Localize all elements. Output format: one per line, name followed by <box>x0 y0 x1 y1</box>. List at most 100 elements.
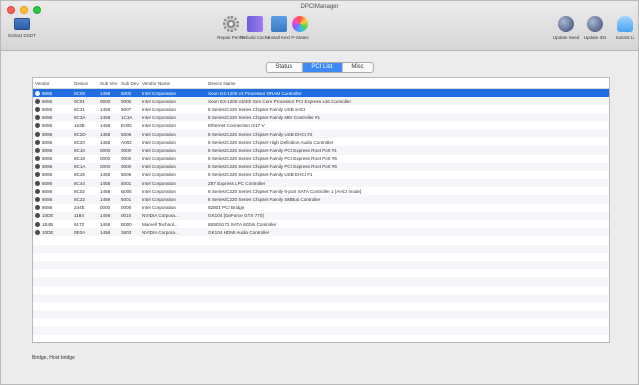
cell-vendor: 8086 <box>33 180 71 186</box>
tab-misc[interactable]: Misc <box>342 63 372 72</box>
pci-device-table[interactable]: Vendor Device Sub Ven Sub Dev Vendor Nam… <box>32 77 610 343</box>
empty-row <box>33 293 609 302</box>
cell-sub-dev: 0000 <box>121 205 132 211</box>
cell-vendor-name: Intel Corporation <box>142 106 176 112</box>
cell-vendor-text: 8086 <box>42 123 53 129</box>
table-row[interactable]: 10DE 0E0A 1458 3603 NVIDIA Corpora... GK104 H… <box>33 228 609 237</box>
column-header-vendor[interactable]: Vendor <box>33 81 71 86</box>
table-row[interactable]: 10DE 1184 1458 0010 NVIDIA Corpora... GK104 [… <box>33 211 609 220</box>
empty-row <box>33 326 609 335</box>
cell-device: 0C01 <box>74 98 85 104</box>
cell-device: 8C02 <box>74 188 85 194</box>
table-row[interactable]: 8086 244E 0000 0000 Intel Corporation 82801 P… <box>33 204 609 212</box>
cell-sub-dev: 3603 <box>121 229 132 235</box>
cell-vendor: 8086 <box>33 90 71 96</box>
cell-vendor: 8086 <box>33 147 71 153</box>
status-text: Bridge, Host bridge <box>32 355 75 361</box>
update-ids-label: Update IDs <box>583 35 607 40</box>
column-header-vendor-name[interactable]: Vendor Name <box>139 81 205 86</box>
cell-vendor: 8086 <box>33 131 71 137</box>
tab-pci-list[interactable]: PCI List <box>302 63 343 72</box>
cell-sub-ven: 1458 <box>100 106 111 112</box>
cell-vendor-name: Intel Corporation <box>142 188 176 194</box>
cell-device-name: 8 Series/C220 Series Chipset Family USB … <box>208 106 306 112</box>
cell-vendor-text: 8086 <box>42 188 53 194</box>
cell-device-name: GK104 HDMI Audio Controller <box>208 229 270 235</box>
cell-vendor: 8086 <box>33 172 71 178</box>
cell-device: 8C20 <box>74 139 85 145</box>
table-row[interactable]: 8086 153B 1458 E000 Intel Corporation Etherne… <box>33 122 609 130</box>
update-ids-button[interactable]: Update IDs <box>578 16 612 40</box>
table-row[interactable]: 8086 8C44 1458 5001 Intel Corporation Z87 Exp… <box>33 179 609 188</box>
cell-sub-ven: 1458 <box>100 221 111 227</box>
cell-device: 244E <box>74 205 85 211</box>
cell-vendor: 1B4B <box>33 221 71 227</box>
submit-list-button[interactable]: Submit Li <box>610 16 638 40</box>
cell-vendor-text: 1B4B <box>42 221 54 227</box>
cell-vendor-name: Intel Corporation <box>142 98 176 104</box>
cell-vendor: 8086 <box>33 164 71 170</box>
pci-device-icon <box>35 180 40 186</box>
empty-row <box>33 269 609 277</box>
cell-device: 8C31 <box>74 106 85 112</box>
cell-vendor-text: 8086 <box>42 197 53 203</box>
table-row[interactable]: 8086 8C20 1458 A002 Intel Corporation 8 Serie… <box>33 138 609 146</box>
cell-vendor-text: 8086 <box>42 115 53 121</box>
cell-device-name: 8 Series/C220 Series Chipset Family USB … <box>208 131 313 137</box>
column-header-sub-dev[interactable]: Sub Dev <box>118 81 139 86</box>
cell-sub-dev: 5006 <box>121 172 132 178</box>
cell-sub-ven: 0000 <box>100 164 111 170</box>
cell-sub-ven: 0000 <box>100 205 111 211</box>
cell-sub-dev: 1C3A <box>121 115 133 121</box>
column-header-sub-ven[interactable]: Sub Ven <box>97 81 118 86</box>
window-title: DPCIManager <box>300 4 339 10</box>
tab-status[interactable]: Status <box>266 63 303 72</box>
cell-sub-ven: 1458 <box>100 123 111 129</box>
cell-device: 8C10 <box>74 147 85 153</box>
cell-device: 1184 <box>74 213 84 219</box>
table-row[interactable]: 8086 8C22 1458 5001 Intel Corporation 8 Serie… <box>33 195 609 204</box>
pci-device-icon <box>35 229 40 235</box>
cell-device-name: 8 Series/C220 Series Chipset Family PCI … <box>208 164 337 170</box>
globe-icon <box>587 16 603 32</box>
table-row[interactable]: 8086 8C2D 1458 5006 Intel Corporation 8 Serie… <box>33 129 609 139</box>
cell-device: 8C1A <box>74 164 86 170</box>
film-icon <box>247 16 263 32</box>
table-row[interactable]: 8086 8C26 1458 5006 Intel Corporation 8 Serie… <box>33 171 609 179</box>
extract-dsdt-button[interactable]: Extract DSDT <box>5 16 39 38</box>
cell-vendor-text: 8086 <box>42 205 53 211</box>
table-row[interactable]: 8086 8C3A 1458 1C3A Intel Corporation 8 Serie… <box>33 113 609 122</box>
cell-vendor-name: Intel Corporation <box>142 197 176 203</box>
pci-device-icon <box>35 98 40 104</box>
empty-row <box>33 244 609 253</box>
cell-device: 9172 <box>74 221 85 227</box>
pci-device-icon <box>35 90 40 96</box>
cell-sub-dev: E000 <box>121 123 132 129</box>
p-states-button[interactable]: P-States <box>283 16 317 40</box>
cell-vendor-name: Intel Corporation <box>142 147 176 153</box>
cell-vendor-name: NVIDIA Corpora... <box>142 229 179 235</box>
column-header-device[interactable]: Device <box>71 81 97 86</box>
table-row[interactable]: 1B4B 9172 1458 B000 Marvell Technol... 88SE91… <box>33 220 609 228</box>
cell-sub-ven: 1458 <box>100 131 111 137</box>
cell-device: 8C44 <box>74 180 85 186</box>
cell-vendor-name: Intel Corporation <box>142 123 176 129</box>
table-row[interactable]: 8086 8C1A 0000 0000 Intel Corporation 8 Serie… <box>33 162 609 171</box>
p-states-label: P-States <box>291 35 309 40</box>
table-row[interactable]: 8086 8C31 1458 5007 Intel Corporation 8 Serie… <box>33 105 609 113</box>
cell-sub-ven: 1458 <box>100 139 111 145</box>
cell-device-name: 8 Series/C220 Series Chipset Family 6-po… <box>208 188 362 194</box>
cell-vendor-text: 8086 <box>42 172 53 178</box>
cell-vendor-text: 8086 <box>42 98 53 104</box>
column-header-device-name[interactable]: Device Name <box>205 81 605 86</box>
table-row[interactable]: 8086 0C01 0000 0000 Intel Corporation Xeon E3… <box>33 97 609 106</box>
pci-device-icon <box>35 164 40 170</box>
cell-sub-ven: 1458 <box>100 172 111 178</box>
table-row[interactable]: 8086 8C18 0000 0000 Intel Corporation 8 Serie… <box>33 155 609 163</box>
color-wheel-icon <box>292 16 308 32</box>
cell-vendor: 8086 <box>33 115 71 121</box>
table-row[interactable]: 8086 0C08 1458 5000 Intel Corporation Xeon E3… <box>33 89 609 98</box>
cell-vendor: 8086 <box>33 123 71 129</box>
table-row[interactable]: 8086 8C10 0000 0000 Intel Corporation 8 Serie… <box>33 146 609 155</box>
table-row[interactable]: 8086 8C02 1458 B005 Intel Corporation 8 Serie… <box>33 187 609 195</box>
